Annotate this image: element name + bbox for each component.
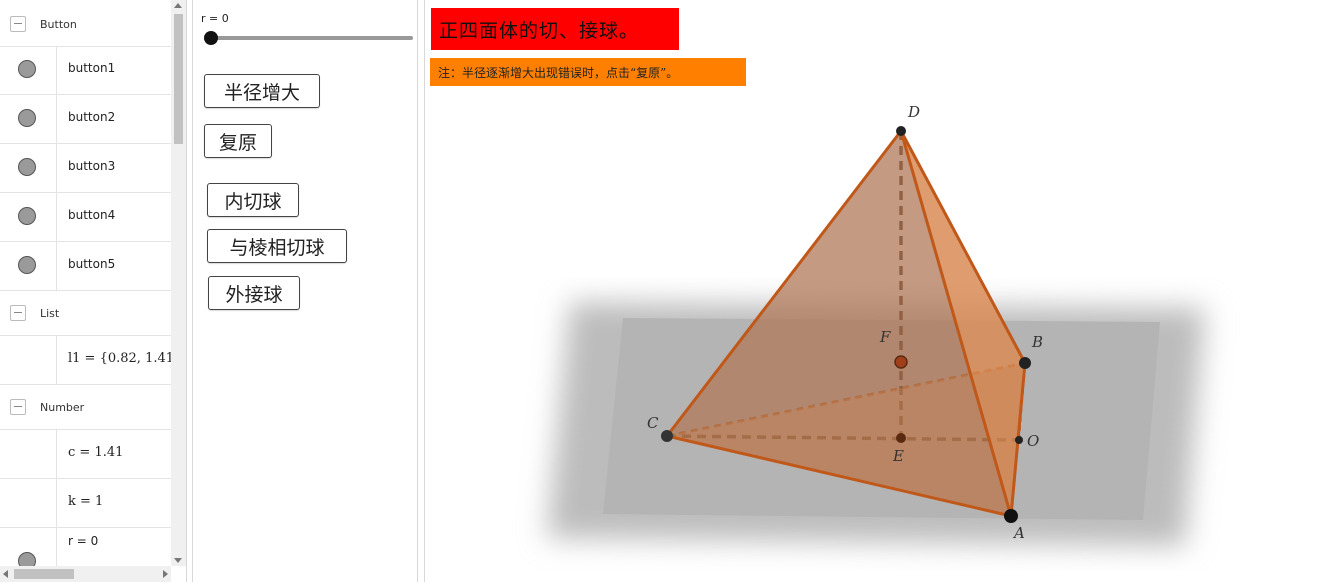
scroll-thumb[interactable] <box>174 14 183 144</box>
label-D: D <box>907 103 920 121</box>
point-O[interactable] <box>1015 436 1023 444</box>
visibility-cell <box>0 336 57 384</box>
collapse-icon[interactable] <box>10 399 26 415</box>
inscribed-sphere-button[interactable]: 内切球 <box>207 183 299 217</box>
slider-handle[interactable] <box>204 31 218 45</box>
algebra-expr: button2 <box>68 110 116 124</box>
visibility-cell <box>0 95 57 143</box>
group-label: List <box>40 306 60 320</box>
3d-view[interactable]: D C B A E F O 正四面体的切、接球。 注：半径逐渐增大出现错误时，点… <box>424 0 1329 582</box>
scroll-thumb[interactable] <box>14 569 74 579</box>
label-F: F <box>879 328 891 346</box>
visibility-cell <box>0 479 57 527</box>
algebra-row-button4[interactable]: button4 <box>0 193 171 242</box>
algebra-row-button2[interactable]: button2 <box>0 95 171 144</box>
point-B[interactable] <box>1019 357 1031 369</box>
algebra-row-c[interactable]: c = 1.41 <box>0 430 171 479</box>
horizontal-scrollbar[interactable] <box>0 566 171 582</box>
label-C: C <box>647 414 659 432</box>
group-header-button[interactable]: Button <box>0 2 171 47</box>
point-F[interactable] <box>894 355 908 369</box>
group-label: Number <box>40 400 85 414</box>
visibility-cell <box>0 242 57 290</box>
title-text-box: 正四面体的切、接球。 <box>431 8 679 50</box>
visibility-toggle-icon[interactable] <box>18 207 36 225</box>
scroll-left-icon[interactable] <box>3 570 8 578</box>
visibility-toggle-icon[interactable] <box>18 256 36 274</box>
label-B: B <box>1031 333 1043 351</box>
visibility-cell <box>0 430 57 478</box>
algebra-expr: l1 = {0.82, 1.41, <box>68 351 179 366</box>
circumscribed-sphere-button[interactable]: 外接球 <box>208 276 300 310</box>
visibility-toggle-icon[interactable] <box>18 60 36 78</box>
point-A[interactable] <box>1004 509 1018 523</box>
algebra-row-button1[interactable]: button1 <box>0 46 171 95</box>
algebra-expr: r = 0 <box>68 534 99 548</box>
reset-button[interactable]: 复原 <box>204 124 272 158</box>
label-E: E <box>892 447 904 465</box>
point-E[interactable] <box>896 433 906 443</box>
increase-radius-button[interactable]: 半径增大 <box>204 74 320 108</box>
visibility-cell <box>0 144 57 192</box>
group-header-number[interactable]: Number <box>0 385 171 430</box>
algebra-expr: button1 <box>68 61 116 75</box>
note-text-box: 注：半径逐渐增大出现错误时，点击“复原”。 <box>430 58 746 86</box>
algebra-row-l1[interactable]: l1 = {0.82, 1.41, <box>0 336 178 385</box>
collapse-icon[interactable] <box>10 16 26 32</box>
graphics-view: r = 0 半径增大 复原 内切球 与棱相切球 外接球 <box>192 0 418 582</box>
vertical-scrollbar[interactable] <box>171 0 186 566</box>
visibility-toggle-icon[interactable] <box>18 158 36 176</box>
3d-scene[interactable]: D C B A E F O <box>425 0 1329 582</box>
scroll-up-icon[interactable] <box>174 3 182 8</box>
algebra-row-k[interactable]: k = 1 <box>0 479 171 528</box>
label-O: O <box>1027 432 1039 450</box>
visibility-cell <box>0 193 57 241</box>
algebra-row-button5[interactable]: button5 <box>0 242 171 291</box>
point-D[interactable] <box>896 126 906 136</box>
slider-label: r = 0 <box>201 12 229 25</box>
visibility-toggle-icon[interactable] <box>18 109 36 127</box>
label-A: A <box>1012 524 1025 542</box>
algebra-row-button3[interactable]: button3 <box>0 144 171 193</box>
group-header-list[interactable]: List <box>0 291 171 336</box>
algebra-view: Button button1 button2 button3 button4 b… <box>0 0 187 582</box>
algebra-expr: k = 1 <box>68 494 104 509</box>
algebra-expr: button3 <box>68 159 116 173</box>
collapse-icon[interactable] <box>10 305 26 321</box>
visibility-cell <box>0 46 57 94</box>
scroll-down-icon[interactable] <box>174 558 182 563</box>
scroll-right-icon[interactable] <box>163 570 168 578</box>
group-label: Button <box>40 17 77 31</box>
algebra-expr: c = 1.41 <box>68 445 124 460</box>
algebra-expr: button4 <box>68 208 116 222</box>
algebra-expr: button5 <box>68 257 116 271</box>
edge-tangent-sphere-button[interactable]: 与棱相切球 <box>207 229 347 263</box>
point-C[interactable] <box>661 430 673 442</box>
radius-slider[interactable] <box>211 36 413 40</box>
